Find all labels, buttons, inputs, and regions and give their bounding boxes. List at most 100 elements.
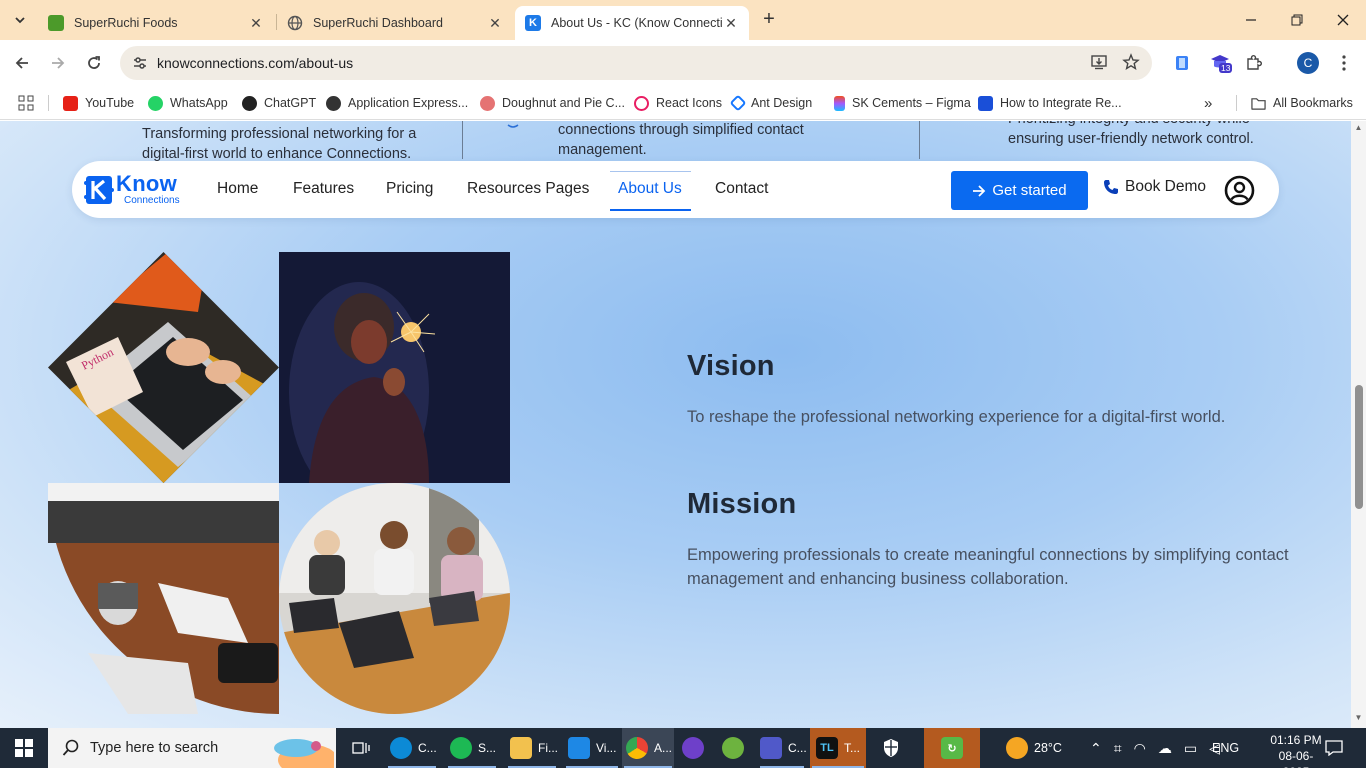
site-info-icon[interactable] <box>132 55 148 71</box>
chevron-up-icon[interactable]: ⌃ <box>1090 740 1102 757</box>
menu-kebab-icon[interactable] <box>1332 51 1356 75</box>
bookmark-doughnut[interactable]: Doughnut and Pie C... <box>480 93 625 113</box>
vision-section: Vision <box>687 350 775 383</box>
page-content: Transforming professional networking for… <box>0 121 1351 728</box>
nav-link-pricing[interactable]: Pricing <box>386 180 433 198</box>
nav-link-contact[interactable]: Contact <box>715 180 768 198</box>
profile-avatar[interactable]: C <box>1297 52 1319 74</box>
notification-icon <box>1325 740 1343 756</box>
nav-link-about-us[interactable]: About Us <box>618 180 682 198</box>
tab-superruchi-foods[interactable]: SuperRuchi Foods ✕ <box>38 6 274 40</box>
mission-text-block: Empowering professionals to create meani… <box>687 543 1307 591</box>
mission-text: Empowering professionals to create meani… <box>687 546 1289 588</box>
puzzle-icon[interactable] <box>1242 51 1266 75</box>
taskbar-search[interactable]: Type here to search <box>48 728 336 768</box>
more-bookmarks-icon[interactable]: » <box>1204 93 1212 113</box>
tab-search-button[interactable] <box>8 8 32 32</box>
reload-button[interactable] <box>82 51 106 75</box>
taskbar-app-sync[interactable]: ↻ <box>924 728 980 768</box>
weather-icon <box>1006 737 1028 759</box>
taskbar-app-spring[interactable] <box>722 728 748 768</box>
bookmark-label: WhatsApp <box>170 96 228 110</box>
nav-link-resources[interactable]: Resources Pages <box>467 180 589 198</box>
wifi-icon[interactable]: ◠ <box>1134 740 1146 757</box>
tab-about-us[interactable]: K About Us - KC (Know Connectio ✕ <box>515 6 749 40</box>
notifications-button[interactable] <box>1324 728 1344 768</box>
restore-button[interactable] <box>1274 0 1320 40</box>
all-bookmarks[interactable]: All Bookmarks <box>1251 93 1353 113</box>
cloud-icon[interactable]: ☁ <box>1158 740 1172 757</box>
close-icon[interactable]: ✕ <box>248 15 264 31</box>
taskbar-app-tl[interactable]: TL T... <box>810 728 866 768</box>
taskbar-app-security[interactable] <box>882 728 908 768</box>
url-text[interactable]: knowconnections.com/about-us <box>157 55 353 71</box>
spotify-icon <box>450 737 472 759</box>
taskbar-app-teams[interactable]: C... <box>758 728 807 768</box>
feature-icon <box>507 124 519 128</box>
scroll-up-icon[interactable]: ▲ <box>1354 123 1363 132</box>
bookmark-react-icons[interactable]: React Icons <box>634 93 722 113</box>
taskbar-app-file-explorer[interactable]: Fi... <box>506 728 558 768</box>
bookmark-chatgpt[interactable]: ChatGPT <box>242 93 316 113</box>
taskbar-app-spotify[interactable]: S... <box>446 728 498 768</box>
tab-superruchi-dashboard[interactable]: SuperRuchi Dashboard ✕ <box>277 6 513 40</box>
close-icon[interactable]: ✕ <box>723 15 739 31</box>
nav-link-home[interactable]: Home <box>217 180 258 198</box>
know-connections-logo[interactable]: Know Connections <box>84 171 186 207</box>
globe-icon <box>326 95 341 111</box>
apps-icon[interactable] <box>18 93 34 113</box>
address-bar[interactable]: knowconnections.com/about-us <box>120 46 1152 80</box>
battery-icon[interactable]: ▭ <box>1184 740 1197 757</box>
book-demo-button[interactable]: Book Demo <box>1103 178 1206 196</box>
bookmark-whatsapp[interactable]: WhatsApp <box>148 93 228 113</box>
user-account-icon[interactable] <box>1224 175 1255 206</box>
start-button[interactable] <box>0 728 48 768</box>
app-label: T... <box>844 741 861 755</box>
reading-mode-icon[interactable] <box>1170 51 1194 75</box>
nav-link-features[interactable]: Features <box>293 180 354 198</box>
page-scrollbar[interactable]: ▲ ▼ <box>1351 121 1366 728</box>
divider <box>48 95 49 111</box>
taskbar-clock[interactable]: 01:16 PM 08-06-2025 <box>1270 732 1322 768</box>
bookmark-label: React Icons <box>656 96 723 110</box>
sparkler-portrait-image <box>279 252 510 483</box>
back-button[interactable] <box>10 51 34 75</box>
taskbar-app-vscode[interactable]: Vi... <box>564 728 620 768</box>
bookmark-label: Ant Design <box>751 96 813 110</box>
edge-icon <box>390 737 412 759</box>
github-icon <box>682 737 704 759</box>
tab-title: About Us - KC (Know Connectio <box>551 16 723 30</box>
bookmark-ant-design[interactable]: Ant Design <box>729 93 813 113</box>
kc-favicon: K <box>525 15 541 31</box>
bookmark-application-express[interactable]: Application Express... <box>326 93 468 113</box>
search-icon <box>62 739 79 756</box>
bookmark-how-to-integrate[interactable]: How to Integrate Re... <box>978 93 1122 113</box>
taskbar-app-github[interactable] <box>682 728 708 768</box>
vscode-icon <box>568 737 590 759</box>
close-window-button[interactable] <box>1320 0 1366 40</box>
divider <box>462 121 463 159</box>
taskbar-app-edge[interactable]: C... <box>386 728 438 768</box>
bookmark-label: ChatGPT <box>264 96 317 110</box>
forward-button[interactable] <box>46 51 70 75</box>
bookmark-youtube[interactable]: YouTube <box>63 93 134 113</box>
ant-design-icon <box>729 94 747 112</box>
chartjs-icon <box>480 95 495 111</box>
weather-widget[interactable]: 28°C <box>1006 728 1062 768</box>
task-view-button[interactable] <box>346 728 376 768</box>
new-tab-button[interactable]: + <box>757 8 781 32</box>
mission-title: Mission <box>687 488 797 520</box>
taskbar-app-chrome[interactable]: A... <box>622 728 674 768</box>
minimize-button[interactable] <box>1228 0 1274 40</box>
scroll-down-icon[interactable]: ▼ <box>1354 713 1363 722</box>
star-icon[interactable] <box>1121 53 1141 73</box>
extension-icon[interactable]: 13 <box>1208 51 1233 75</box>
bookmark-figma[interactable]: SK Cements – Figma <box>834 93 971 113</box>
desk-mug-image <box>48 483 279 714</box>
scroll-thumb[interactable] <box>1355 385 1363 509</box>
install-app-icon[interactable] <box>1089 53 1109 73</box>
meet-now-icon[interactable]: ⌗ <box>1114 740 1122 757</box>
language-indicator[interactable]: ENG <box>1212 728 1239 768</box>
close-icon[interactable]: ✕ <box>487 15 503 31</box>
get-started-button[interactable]: Get started <box>951 171 1088 210</box>
